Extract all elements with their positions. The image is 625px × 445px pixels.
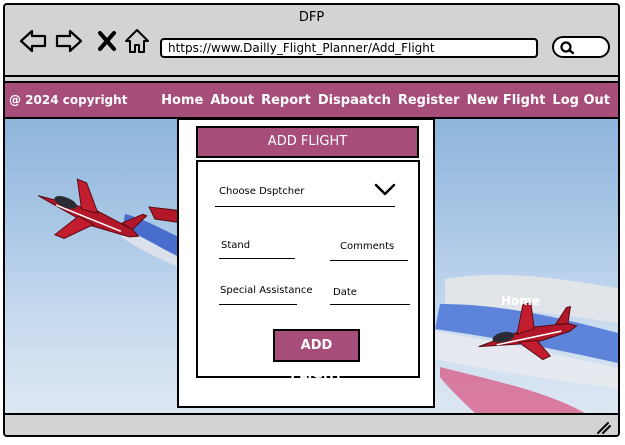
nav-link-register[interactable]: Register bbox=[398, 93, 460, 108]
back-arrow-icon[interactable] bbox=[19, 27, 47, 55]
dispatcher-underline bbox=[215, 206, 395, 207]
nav-link-home[interactable]: Home bbox=[161, 93, 203, 108]
forward-arrow-icon[interactable] bbox=[55, 27, 83, 55]
nav-link-log-out[interactable]: Log Out bbox=[552, 93, 610, 108]
stand-underline bbox=[219, 258, 295, 259]
resize-grip-icon[interactable] bbox=[596, 421, 612, 435]
add-flight-button[interactable]: ADD FLIGHT bbox=[273, 329, 360, 382]
site-navbar: @ 2024 copyright Home About Report Dispa… bbox=[5, 81, 618, 119]
add-flight-form: Choose Dsptcher Stand Comments Special A… bbox=[196, 160, 420, 382]
browser-titlebar: DFP https://www.Dailly_Flight_Planner/Ad… bbox=[5, 5, 618, 77]
close-icon[interactable] bbox=[93, 27, 121, 55]
nav-link-dispatch[interactable]: Dispaatch bbox=[318, 93, 391, 108]
url-bar[interactable]: https://www.Dailly_Flight_Planner/Add_Fl… bbox=[160, 38, 538, 58]
comments-field[interactable]: Comments bbox=[340, 241, 394, 252]
dispatcher-select[interactable]: Choose Dsptcher bbox=[219, 186, 304, 197]
search-box[interactable] bbox=[552, 36, 610, 58]
stand-field[interactable]: Stand bbox=[221, 240, 250, 251]
date-underline bbox=[330, 304, 410, 305]
chevron-down-icon[interactable] bbox=[374, 183, 396, 197]
hero-overlay-label[interactable]: Home bbox=[501, 294, 540, 308]
comments-underline bbox=[330, 260, 408, 261]
add-flight-panel: ADD FLIGHT Choose Dsptcher Stand Comment… bbox=[177, 118, 435, 408]
special-assistance-field[interactable]: Special Assistance bbox=[220, 285, 313, 296]
home-icon[interactable] bbox=[123, 27, 151, 55]
search-icon bbox=[560, 41, 575, 55]
panel-title: ADD FLIGHT bbox=[196, 126, 419, 158]
window-title: DFP bbox=[298, 10, 325, 25]
nav-link-new-flight[interactable]: New Flight bbox=[467, 93, 546, 108]
nav-link-report[interactable]: Report bbox=[261, 93, 311, 108]
browser-statusbar bbox=[5, 413, 618, 435]
nav-links: Home About Report Dispaatch Register New… bbox=[161, 93, 610, 108]
copyright-text: @ 2024 copyright bbox=[9, 93, 128, 107]
date-field[interactable]: Date bbox=[333, 287, 357, 298]
nav-link-about[interactable]: About bbox=[210, 93, 254, 108]
special-assistance-underline bbox=[219, 304, 297, 305]
